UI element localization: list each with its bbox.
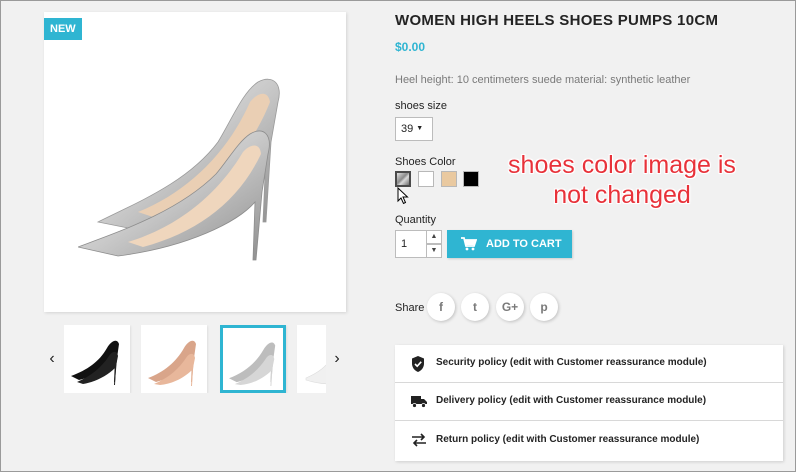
add-to-cart-button[interactable]: Add to cart bbox=[447, 230, 572, 258]
white-pump-image bbox=[305, 364, 326, 385]
color-swatch-silver[interactable] bbox=[395, 171, 411, 187]
product-title: Women High Heels Shoes Pumps 10cm bbox=[395, 12, 719, 29]
color-label: Shoes Color bbox=[395, 156, 456, 168]
silver-pump-image bbox=[78, 78, 280, 261]
chevron-left-icon[interactable]: ‹ bbox=[44, 347, 60, 371]
mouse-pointer-icon bbox=[397, 187, 409, 205]
truck-icon bbox=[411, 396, 427, 408]
chevron-right-icon[interactable]: › bbox=[329, 347, 345, 371]
reassurance-block: Security policy (edit with Customer reas… bbox=[395, 345, 783, 461]
google-plus-icon[interactable]: G+ bbox=[496, 293, 524, 321]
size-label: shoes size bbox=[395, 100, 447, 112]
thumbnail-nude-pump[interactable] bbox=[141, 325, 207, 393]
thumbnail-white-pump[interactable] bbox=[297, 325, 326, 393]
cart-icon bbox=[461, 237, 477, 251]
quantity-increase-button[interactable]: ▲ bbox=[426, 230, 442, 244]
reassurance-return: Return policy (edit with Customer reassu… bbox=[395, 422, 783, 460]
product-price: $0.00 bbox=[395, 40, 426, 54]
black-pump-image bbox=[71, 340, 119, 385]
reassurance-security-label: Security policy (edit with Customer reas… bbox=[436, 357, 707, 368]
annotation-line-1: shoes color image is bbox=[508, 151, 736, 179]
quantity-decrease-button[interactable]: ▼ bbox=[426, 244, 442, 258]
new-badge: New bbox=[44, 18, 82, 40]
thumbnail-list: G bbox=[64, 325, 326, 393]
share-label: Share bbox=[395, 302, 425, 314]
reassurance-delivery-label: Delivery policy (edit with Customer reas… bbox=[436, 395, 707, 406]
shield-icon bbox=[412, 356, 424, 372]
silver-pump-thumb-image bbox=[229, 342, 276, 386]
product-main-image[interactable]: New bbox=[44, 12, 346, 312]
color-swatch-nude[interactable] bbox=[441, 171, 457, 187]
pinterest-icon[interactable]: p bbox=[530, 293, 558, 321]
chevron-down-icon: ▼ bbox=[416, 125, 424, 133]
twitter-icon[interactable]: t bbox=[461, 293, 489, 321]
color-swatch-black[interactable] bbox=[463, 171, 479, 187]
annotation-line-2: not changed bbox=[553, 181, 691, 209]
thumbnail-black-pump[interactable] bbox=[64, 325, 130, 393]
thumbnail-carousel: ‹ G › bbox=[44, 325, 346, 393]
quantity-input[interactable]: 1 bbox=[395, 230, 427, 258]
reassurance-security: Security policy (edit with Customer reas… bbox=[395, 345, 783, 383]
facebook-icon[interactable]: f bbox=[427, 293, 455, 321]
thumbnail-silver-pump[interactable] bbox=[220, 325, 286, 393]
nude-pump-image bbox=[148, 340, 196, 386]
add-to-cart-label: Add to cart bbox=[486, 238, 562, 250]
color-swatch-white[interactable] bbox=[418, 171, 434, 187]
size-value: 39 bbox=[401, 123, 414, 135]
reassurance-return-label: Return policy (edit with Customer reassu… bbox=[436, 434, 700, 445]
product-description: Heel height: 10 centimeters suede materi… bbox=[395, 74, 691, 86]
reassurance-delivery: Delivery policy (edit with Customer reas… bbox=[395, 383, 783, 421]
quantity-label: Quantity bbox=[395, 214, 436, 226]
annotation-note: shoes color image is not changed bbox=[495, 150, 749, 210]
swap-arrows-icon bbox=[412, 433, 426, 447]
size-select[interactable]: 39 ▼ bbox=[395, 117, 433, 141]
